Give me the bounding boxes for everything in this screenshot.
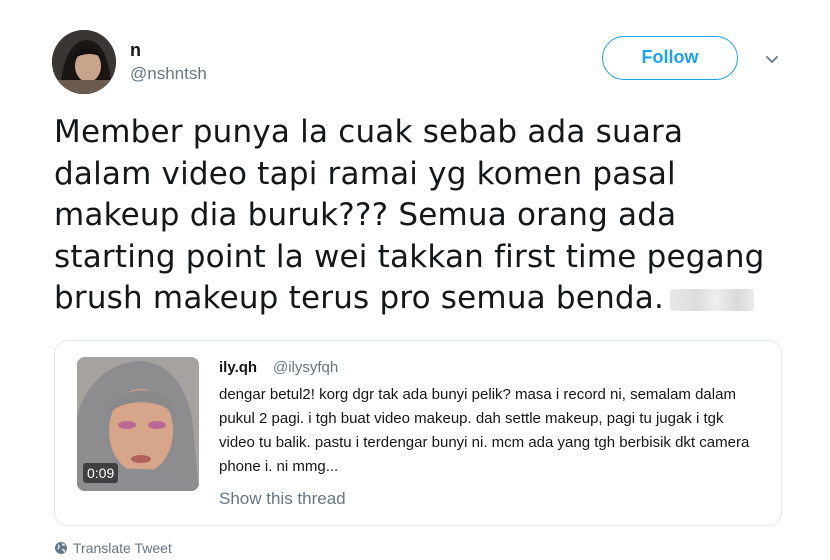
translate-tweet-link[interactable]: Translate Tweet [54,540,172,556]
video-thumbnail[interactable]: 0:09 [77,357,199,491]
translate-tweet-label: Translate Tweet [73,540,172,556]
follow-button[interactable]: Follow [602,36,738,80]
globe-icon [55,542,67,554]
tweet-text-line: brush makeup terus pro semua benda. [54,280,665,316]
author-handle[interactable]: @nshntsh [130,64,207,84]
quoted-author-name[interactable]: ily.qh [219,359,257,376]
tweet-text-line: starting point la wei takkan first time … [54,238,765,275]
blurred-emoji [670,288,755,311]
avatar-image [52,30,116,94]
tweet-text-line: makeup dia buruk??? Semua orang ada [54,197,677,233]
quoted-tweet-card[interactable]: 0:09 ily.qh @ilysyfqh dengar betul2! kor… [54,340,782,526]
show-thread-link[interactable]: Show this thread [219,489,346,509]
tweet-text-line-last: brush makeup terus pro semua benda. [54,278,804,320]
tweet-text: Member punya la cuak sebab ada suara dal… [54,112,804,320]
author-name[interactable]: n [130,40,141,61]
video-duration: 0:09 [83,463,119,483]
tweet-text-line: Member punya la cuak sebab ada suara [54,114,684,150]
quoted-tweet-text: dengar betul2! korg dgr tak ada bunyi pe… [219,386,750,475]
quoted-author-handle[interactable]: @ilysyfqh [273,359,338,376]
tweet-text-line: dalam video tapi ramai yg komen pasal [54,155,676,192]
author-avatar[interactable] [52,30,116,94]
chevron-down-icon[interactable] [764,52,780,68]
